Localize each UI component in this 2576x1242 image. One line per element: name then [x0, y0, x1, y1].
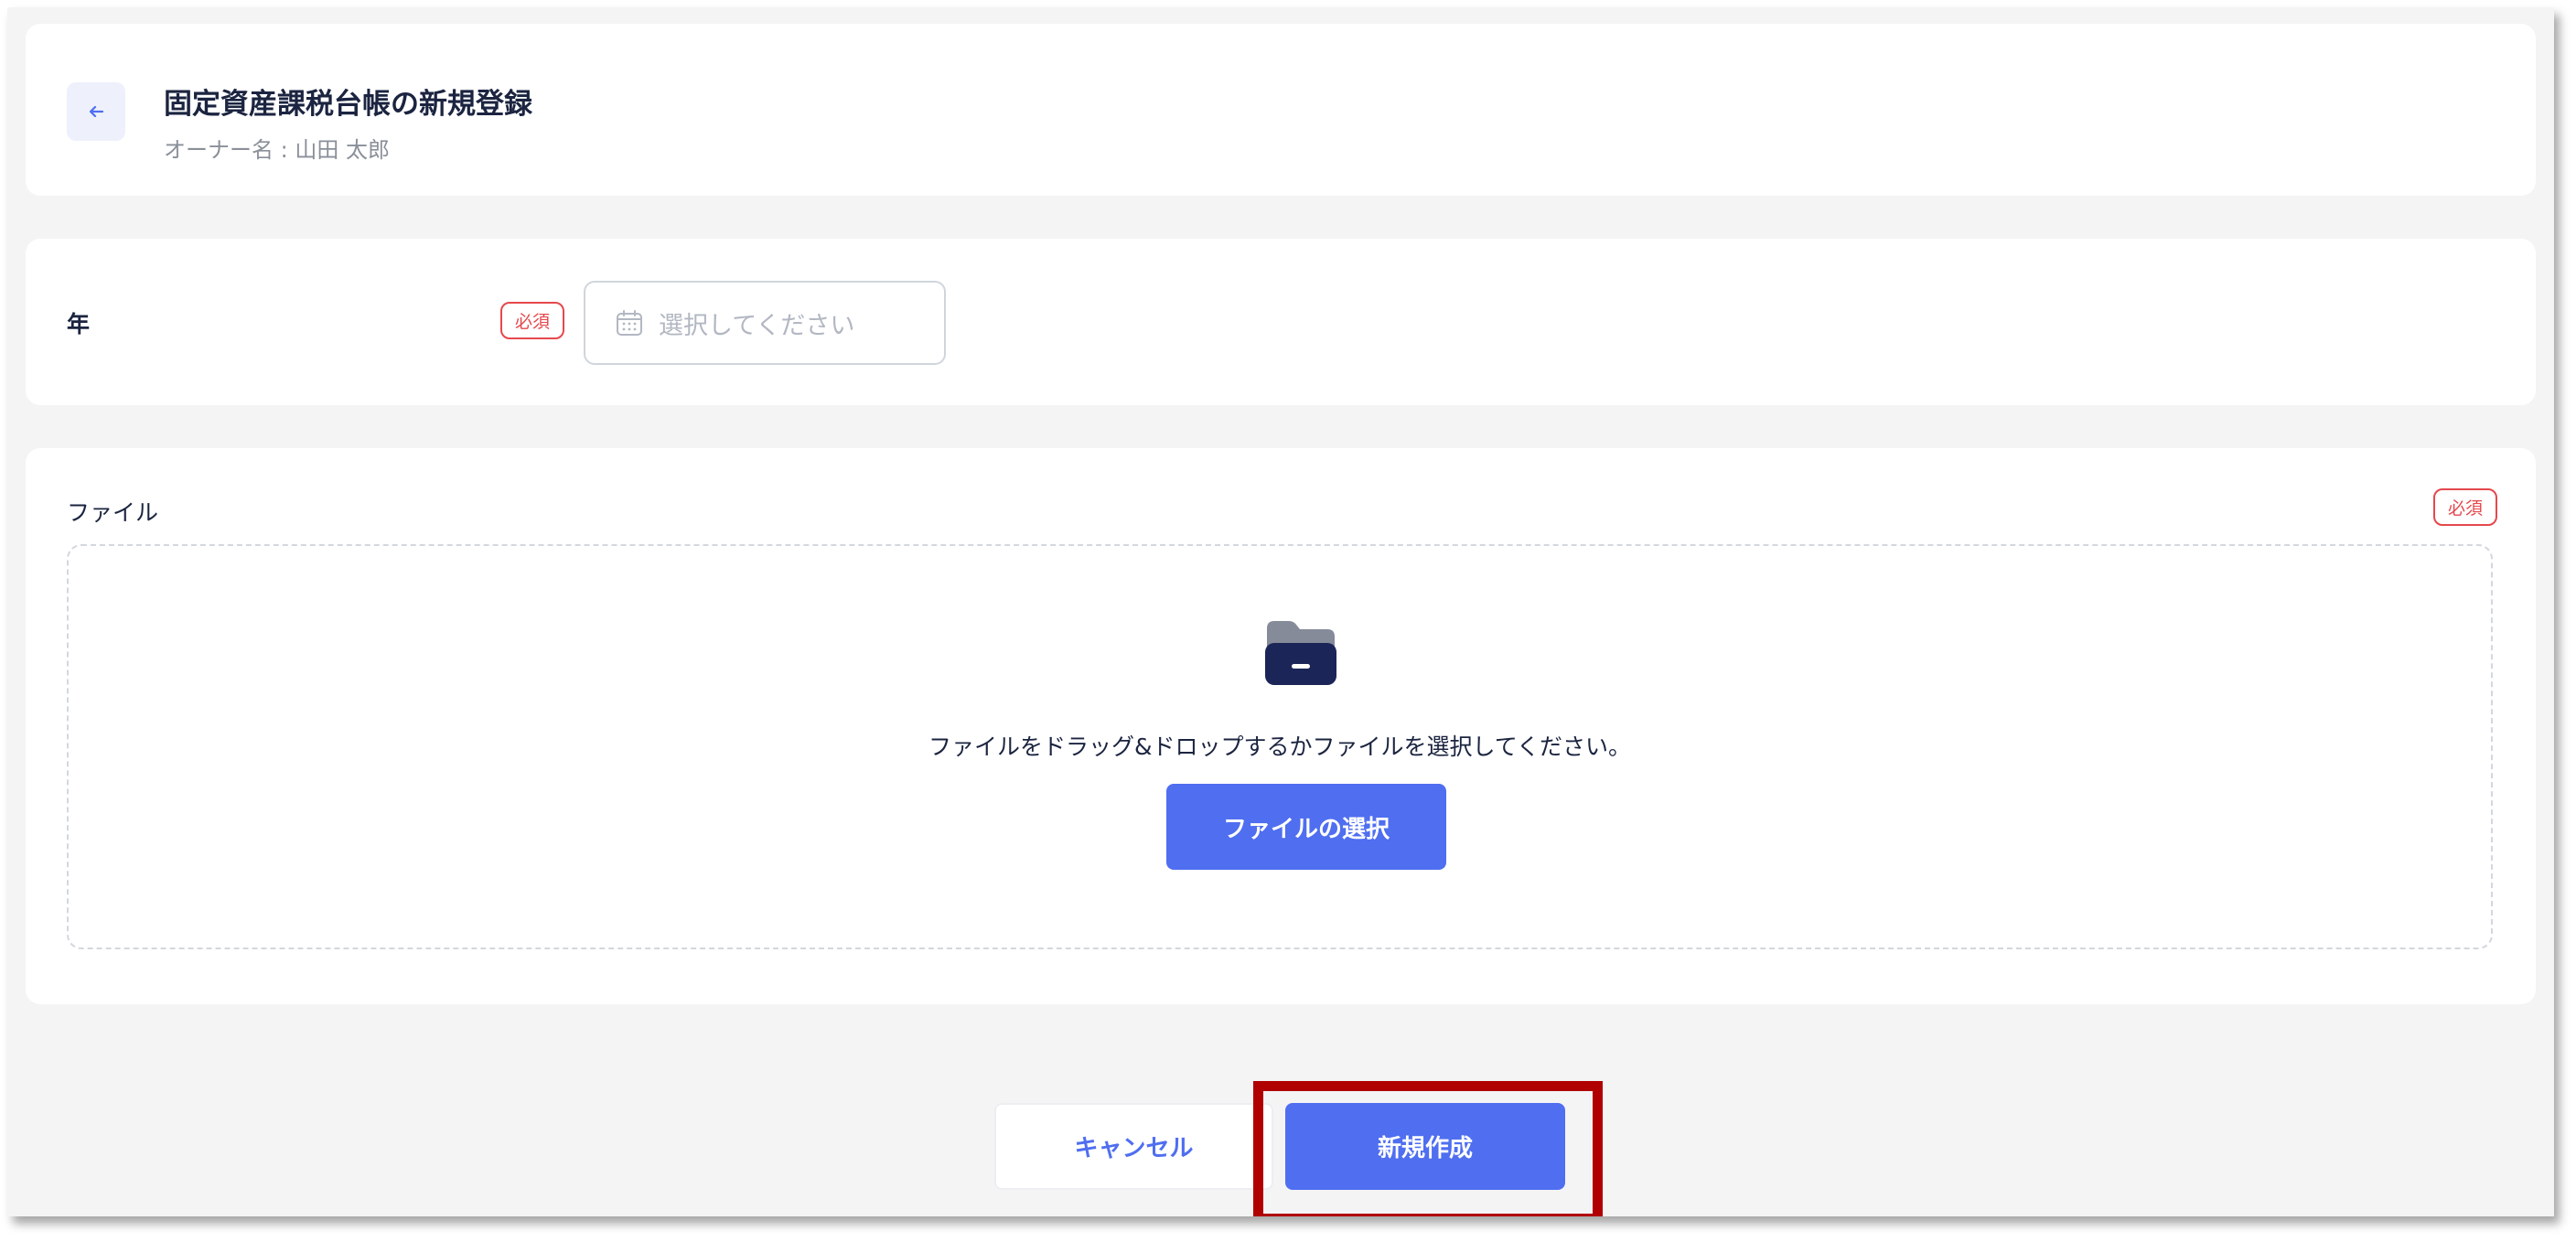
page-title: 固定資産課税台帳の新規登録 [164, 88, 532, 121]
required-badge: 必須 [500, 302, 564, 339]
year-picker-input[interactable]: 選択してください [584, 281, 946, 365]
drop-instruction: ファイルをドラッグ&ドロップするかファイルを選択してください。 [928, 733, 1631, 760]
file-label: ファイル [67, 499, 159, 526]
calendar-icon [617, 310, 642, 336]
year-section: 年 必須 選択してください [26, 239, 2536, 405]
file-drop-zone[interactable]: ファイルをドラッグ&ドロップするかファイルを選択してください。 ファイルの選択 [67, 544, 2493, 949]
app-window: 固定資産課税台帳の新規登録 オーナー名 : 山田 太郎 年 必須 選択してくださ… [7, 7, 2554, 1216]
required-badge: 必須 [2433, 488, 2497, 526]
back-button[interactable] [67, 82, 125, 141]
arrow-left-icon [89, 105, 104, 118]
page-header: 固定資産課税台帳の新規登録 オーナー名 : 山田 太郎 [26, 24, 2536, 196]
folder-icon [1265, 621, 1336, 685]
cancel-button[interactable]: キャンセル [994, 1103, 1273, 1190]
create-button[interactable]: 新規作成 [1285, 1103, 1565, 1190]
choose-file-button[interactable]: ファイルの選択 [1166, 784, 1446, 870]
year-label: 年 [67, 311, 91, 337]
year-placeholder: 選択してください [659, 311, 855, 340]
file-section: ファイル 必須 ファイルをドラッグ&ドロップするかファイルを選択してください。 … [26, 448, 2536, 1004]
owner-name: オーナー名 : 山田 太郎 [164, 137, 390, 163]
